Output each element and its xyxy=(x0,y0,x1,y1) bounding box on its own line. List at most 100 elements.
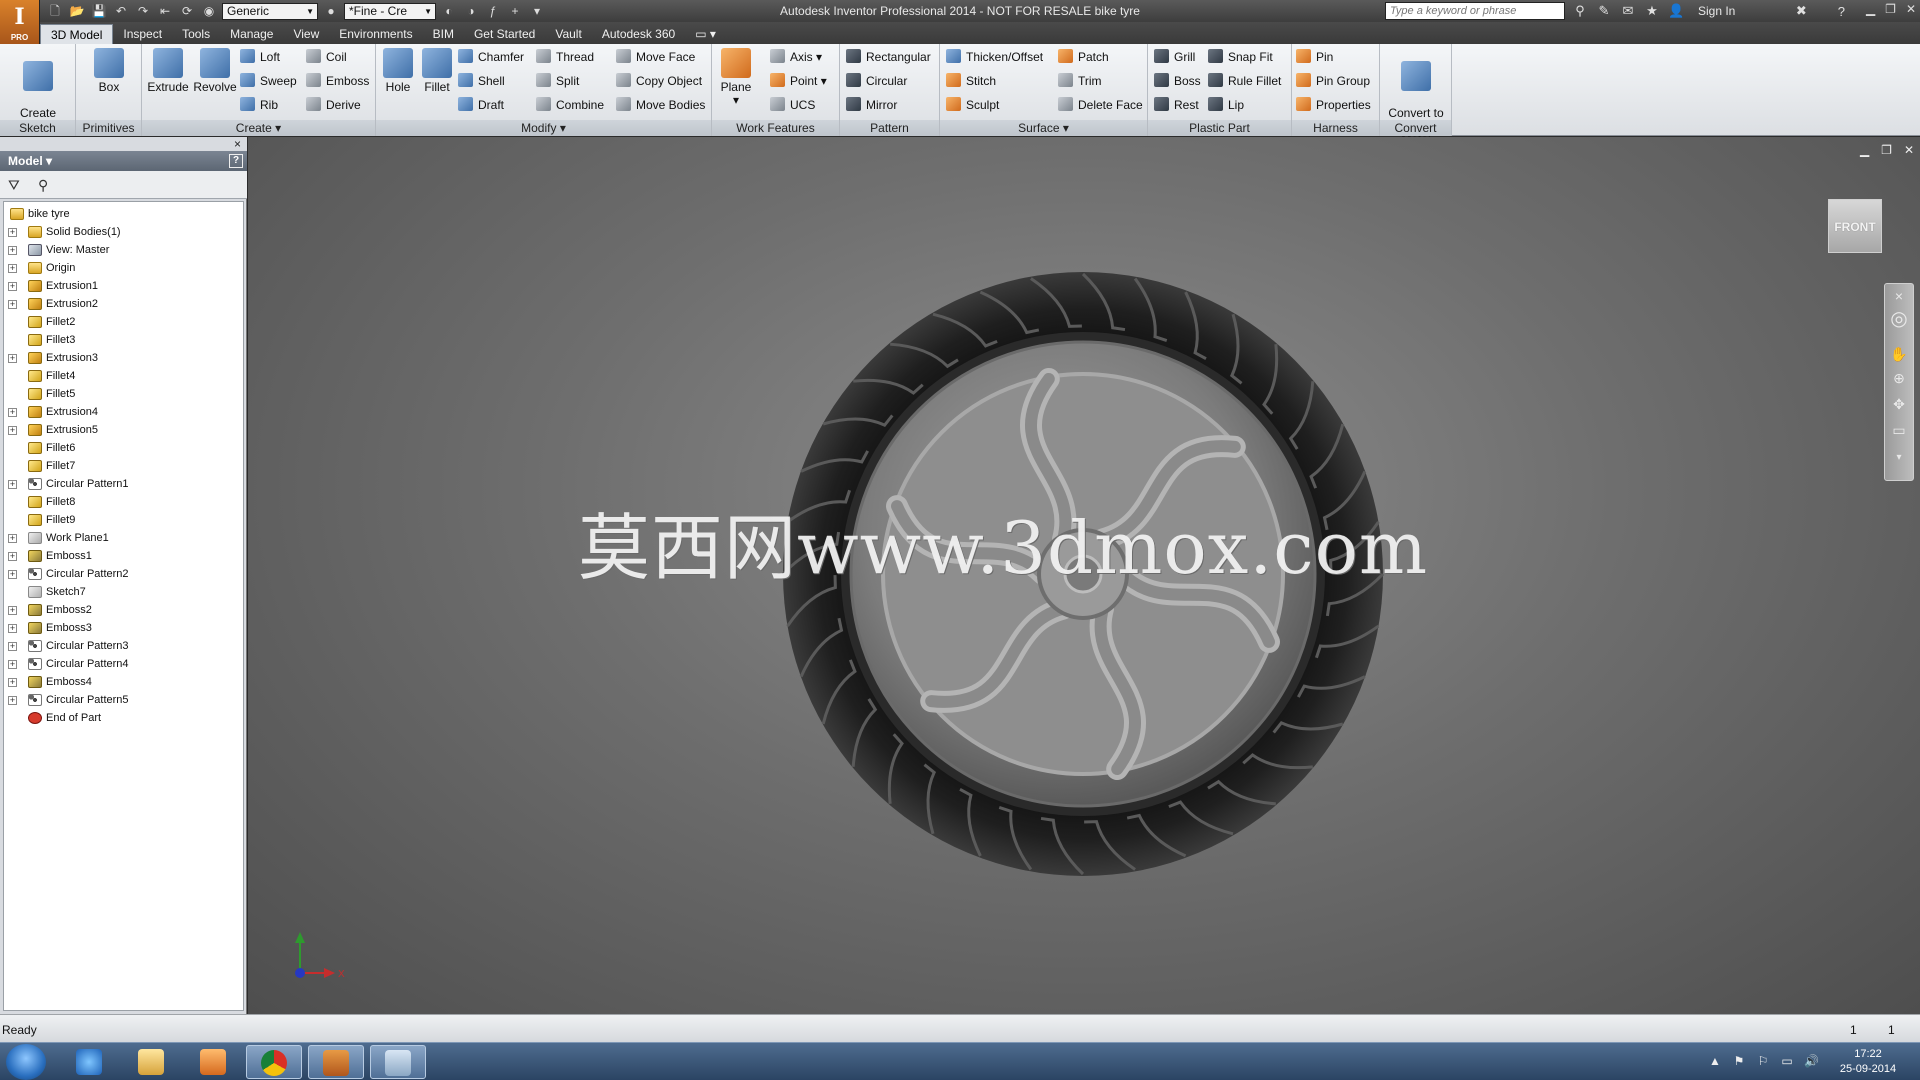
binoculars-icon[interactable]: ⚲ xyxy=(1572,3,1588,19)
browser-grip[interactable]: × xyxy=(0,137,247,151)
split-button[interactable]: Split xyxy=(536,72,579,90)
search-input[interactable]: Type a keyword or phrase xyxy=(1385,2,1565,20)
pin-button[interactable]: Pin xyxy=(1296,48,1333,66)
look-at-icon[interactable]: ▭ xyxy=(1885,422,1913,439)
panel-label-modify[interactable]: Modify ▾ xyxy=(376,120,711,136)
tree-item[interactable]: + Origin xyxy=(4,259,243,277)
expand-icon[interactable]: + xyxy=(8,354,17,363)
steering-wheel-icon[interactable]: ◎ xyxy=(1885,306,1913,331)
sign-in-link[interactable]: Sign In xyxy=(1698,4,1735,18)
expand-icon[interactable]: + xyxy=(8,300,17,309)
browser-header[interactable]: Model ▾ ? xyxy=(0,151,247,171)
fillet-button[interactable]: Fillet xyxy=(418,48,456,94)
stitch-button[interactable]: Stitch xyxy=(946,72,996,90)
expand-icon[interactable]: + xyxy=(8,282,17,291)
network-icon[interactable]: ⚑ xyxy=(1732,1054,1746,1068)
tree-item[interactable]: + Extrusion4 xyxy=(4,403,243,421)
tree-item[interactable]: Fillet5 xyxy=(4,385,243,403)
expand-icon[interactable]: + xyxy=(8,678,17,687)
expand-icon[interactable]: + xyxy=(8,624,17,633)
shell-button[interactable]: Shell xyxy=(458,72,505,90)
thread-button[interactable]: Thread xyxy=(536,48,594,66)
application-menu-button[interactable]: I PRO xyxy=(0,0,40,44)
box-button[interactable]: Box xyxy=(90,48,128,94)
browser-close-icon[interactable]: × xyxy=(234,137,241,151)
ribbon-options-icon[interactable]: ▭ ▾ xyxy=(685,24,726,44)
expand-icon[interactable]: + xyxy=(8,606,17,615)
trim-button[interactable]: Trim xyxy=(1058,72,1102,90)
nav-close-icon[interactable]: × xyxy=(1885,288,1913,304)
tree-item[interactable]: + Extrusion3 xyxy=(4,349,243,367)
plane-button[interactable]: Plane ▾ xyxy=(716,48,756,107)
taskbar-chrome[interactable] xyxy=(246,1045,302,1079)
move-face-button[interactable]: Move Face xyxy=(616,48,695,66)
grill-button[interactable]: Grill xyxy=(1154,48,1195,66)
derive-button[interactable]: Derive xyxy=(306,96,361,114)
move-bodies-button[interactable]: Move Bodies xyxy=(616,96,705,114)
tree-item[interactable]: + Emboss1 xyxy=(4,547,243,565)
tree-item[interactable]: + Circular Pattern5 xyxy=(4,691,243,709)
tree-item[interactable]: + Extrusion1 xyxy=(4,277,243,295)
boss-button[interactable]: Boss xyxy=(1154,72,1201,90)
panel-label-surface[interactable]: Surface ▾ xyxy=(940,120,1147,136)
revolve-button[interactable]: Revolve xyxy=(192,48,238,94)
taskbar-inventor[interactable] xyxy=(308,1045,364,1079)
expand-icon[interactable]: + xyxy=(8,696,17,705)
help-icon[interactable]: ? xyxy=(1833,4,1849,19)
thicken-offset-button[interactable]: Thicken/Offset xyxy=(946,48,1043,66)
tab-autodesk-360[interactable]: Autodesk 360 xyxy=(592,24,685,44)
viewcube[interactable]: FRONT xyxy=(1828,199,1882,253)
snap-fit-button[interactable]: Snap Fit xyxy=(1208,48,1273,66)
expand-icon[interactable]: + xyxy=(8,426,17,435)
lip-button[interactable]: Lip xyxy=(1208,96,1244,114)
taskbar-explorer[interactable] xyxy=(124,1045,180,1079)
expand-icon[interactable]: + xyxy=(8,246,17,255)
subscription-icon[interactable]: ✎ xyxy=(1596,3,1612,19)
expand-icon[interactable]: + xyxy=(8,552,17,561)
taskbar-internet-explorer[interactable] xyxy=(62,1045,118,1079)
combine-button[interactable]: Combine xyxy=(536,96,604,114)
tree-item[interactable]: + Extrusion5 xyxy=(4,421,243,439)
tree-item[interactable]: + Work Plane1 xyxy=(4,529,243,547)
point-button[interactable]: Point ▾ xyxy=(770,72,827,90)
rest-button[interactable]: Rest xyxy=(1154,96,1199,114)
clock[interactable]: 17:22 25-09-2014 xyxy=(1828,1047,1908,1077)
nav-options-icon[interactable]: ▾ xyxy=(1885,452,1913,463)
rib-button[interactable]: Rib xyxy=(240,96,278,114)
rectangular-pattern-button[interactable]: Rectangular xyxy=(846,48,931,66)
close-icon[interactable]: ✕ xyxy=(1906,2,1916,16)
tab-manage[interactable]: Manage xyxy=(220,24,283,44)
extrude-button[interactable]: Extrude xyxy=(146,48,190,94)
browser-help-icon[interactable]: ? xyxy=(229,154,243,168)
expand-icon[interactable]: + xyxy=(8,228,17,237)
properties-button[interactable]: Properties xyxy=(1296,96,1371,114)
volume-icon[interactable]: 🔊 xyxy=(1804,1054,1819,1068)
viewport-restore-icon[interactable]: ❐ xyxy=(1881,143,1892,157)
expand-icon[interactable]: + xyxy=(8,408,17,417)
tree-item[interactable]: Fillet6 xyxy=(4,439,243,457)
tree-root[interactable]: bike tyre xyxy=(4,205,243,223)
communication-icon[interactable]: ✉ xyxy=(1620,3,1636,19)
viewport-minimize-icon[interactable]: ▁ xyxy=(1860,143,1869,157)
tree-item[interactable]: + Solid Bodies(1) xyxy=(4,223,243,241)
zoom-icon[interactable]: ⊕ xyxy=(1885,370,1913,387)
tab-bim[interactable]: BIM xyxy=(423,24,464,44)
emboss-button[interactable]: Emboss xyxy=(306,72,369,90)
loft-button[interactable]: Loft xyxy=(240,48,280,66)
sweep-button[interactable]: Sweep xyxy=(240,72,297,90)
tree-item[interactable]: + Circular Pattern2 xyxy=(4,565,243,583)
tab-environments[interactable]: Environments xyxy=(329,24,422,44)
tree-item[interactable]: Fillet8 xyxy=(4,493,243,511)
exchange-icon[interactable]: ✖ xyxy=(1793,3,1809,19)
mirror-button[interactable]: Mirror xyxy=(846,96,897,114)
restore-icon[interactable]: ❐ xyxy=(1885,2,1896,16)
pin-group-button[interactable]: Pin Group xyxy=(1296,72,1370,90)
tree-item[interactable]: + Extrusion2 xyxy=(4,295,243,313)
pan-icon[interactable]: ✋ xyxy=(1885,346,1913,363)
viewport-close-icon[interactable]: ✕ xyxy=(1904,143,1914,157)
draft-button[interactable]: Draft xyxy=(458,96,504,114)
tab-vault[interactable]: Vault xyxy=(545,24,591,44)
tree-item[interactable]: End of Part xyxy=(4,709,243,727)
tree-item[interactable]: Fillet9 xyxy=(4,511,243,529)
ucs-button[interactable]: UCS xyxy=(770,96,815,114)
